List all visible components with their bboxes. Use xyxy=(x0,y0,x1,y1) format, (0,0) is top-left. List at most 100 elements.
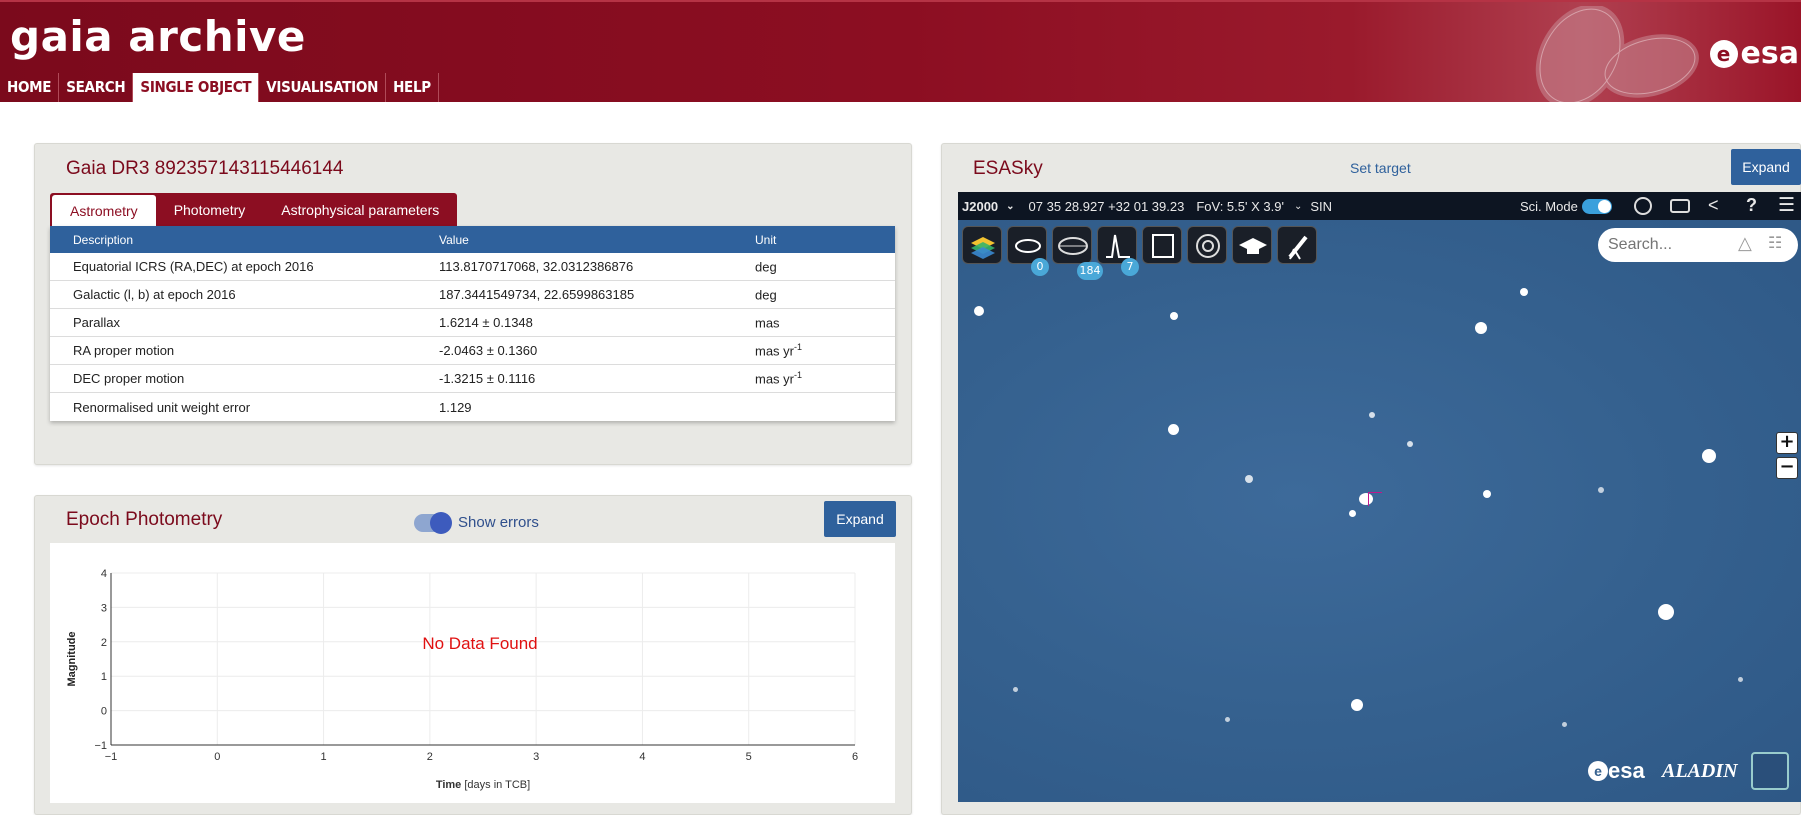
shape-icon[interactable]: △ xyxy=(1738,233,1752,254)
coord-frame-label: J2000 xyxy=(962,198,999,214)
coordinates-readout[interactable]: 07 35 28.927 +32 01 39.23 xyxy=(1029,199,1185,214)
tab-astrometry[interactable]: Astrometry xyxy=(52,195,156,226)
star xyxy=(1475,322,1487,334)
nav-visualisation[interactable]: VISUALISATION xyxy=(259,73,387,102)
star xyxy=(1520,288,1528,296)
layers-icon[interactable] xyxy=(962,226,1002,264)
chevron-down-icon: ⌄ xyxy=(1006,200,1015,212)
esasky-expand-button[interactable]: Expand xyxy=(1731,149,1801,185)
star xyxy=(1351,699,1363,711)
star xyxy=(1483,490,1491,498)
zoom-in-button[interactable]: + xyxy=(1776,432,1798,454)
telescope-icon[interactable] xyxy=(1277,226,1317,264)
camera-icon[interactable] xyxy=(1670,199,1690,213)
row-value: 1.6214 ± 0.1348 xyxy=(439,315,533,330)
site-logo[interactable]: gaia archive xyxy=(10,12,306,61)
catalogue-icon[interactable] xyxy=(1052,226,1092,264)
x-axis-label-bold: Time xyxy=(436,779,461,791)
star xyxy=(1562,722,1567,727)
sci-mode-label: Sci. Mode xyxy=(1520,198,1578,214)
sky-esa-text: esa xyxy=(1608,758,1645,783)
menu-icon[interactable]: ☰ xyxy=(1778,194,1795,217)
sci-mode-toggle[interactable] xyxy=(1582,199,1612,214)
col-value: Value xyxy=(439,232,469,247)
unit-text: mas xyxy=(755,315,780,331)
galaxy-count-badge: 0 xyxy=(1031,258,1049,276)
sky-toolbar: J2000 ⌄ 07 35 28.927 +32 01 39.23 FoV: 5… xyxy=(958,192,1801,220)
star xyxy=(1168,424,1179,435)
row-description: Equatorial ICRS (RA,DEC) at epoch 2016 xyxy=(73,259,314,274)
help-icon[interactable]: ? xyxy=(1746,195,1757,216)
share-icon[interactable]: < xyxy=(1708,195,1719,216)
target-list-icon[interactable] xyxy=(1187,226,1227,264)
chat-icon[interactable] xyxy=(1751,752,1789,790)
table-header: Description Value Unit xyxy=(50,226,895,253)
esasky-title: ESASky xyxy=(973,158,1043,179)
projection-select[interactable]: ⌄ SIN xyxy=(1294,199,1332,214)
coord-frame-select[interactable]: J2000 ⌄ xyxy=(962,199,1015,214)
unit-text: mas yr xyxy=(755,343,794,359)
publications-svg xyxy=(1152,234,1174,258)
y-tick-label: 1 xyxy=(101,671,107,683)
row-value: -1.3215 ± 0.1116 xyxy=(439,371,536,386)
show-errors-toggle[interactable] xyxy=(414,512,452,534)
esa-logo[interactable]: e esa xyxy=(1709,36,1799,71)
nav-search[interactable]: SEARCH xyxy=(59,73,134,102)
row-unit: deg xyxy=(752,286,895,303)
row-unit: mas yr-1 xyxy=(752,370,895,386)
row-description: DEC proper motion xyxy=(73,371,185,386)
globe-icon[interactable] xyxy=(1634,197,1652,215)
star xyxy=(1598,487,1604,493)
satellite-illustration xyxy=(1535,6,1699,102)
x-tick-label: 1 xyxy=(321,751,327,763)
aladin-logo: ALADIN xyxy=(1662,760,1738,782)
target-list-svg xyxy=(1196,234,1220,258)
x-axis-label-unit: [days in TCB] xyxy=(461,779,530,791)
no-data-message: No Data Found xyxy=(422,634,537,653)
toggle-knob xyxy=(430,512,452,534)
y-axis-label: Magnitude xyxy=(66,632,78,687)
epoch-expand-button[interactable]: Expand xyxy=(824,501,896,537)
star xyxy=(1369,412,1375,418)
row-description: RA proper motion xyxy=(73,343,175,358)
row-description: Parallax xyxy=(73,315,120,330)
nav-home[interactable]: HOME xyxy=(0,73,60,102)
sky-search-input[interactable] xyxy=(1608,233,1728,257)
show-errors-label: Show errors xyxy=(458,514,539,531)
col-unit: Unit xyxy=(755,232,777,247)
zoom-out-button[interactable]: − xyxy=(1776,457,1798,479)
x-tick-label: 0 xyxy=(214,751,220,763)
row-value: -2.0463 ± 0.1360 xyxy=(439,343,538,358)
outreach-icon[interactable] xyxy=(1232,226,1272,264)
row-unit: mas xyxy=(752,314,895,331)
main-nav: HOME SEARCH SINGLE OBJECT VISUALISATION … xyxy=(0,73,439,102)
table-row: RA proper motion -2.0463 ± 0.1360 mas yr… xyxy=(50,337,895,365)
sky-viewer[interactable]: J2000 ⌄ 07 35 28.927 +32 01 39.23 FoV: 5… xyxy=(958,192,1801,802)
row-description: Galactic (l, b) at epoch 2016 xyxy=(73,287,236,302)
table-row: Renormalised unit weight error 1.129 xyxy=(50,393,895,421)
site-header: gaia archive e esa HOME SEARCH SINGLE OB… xyxy=(0,0,1801,102)
tab-astrophysical-parameters[interactable]: Astrophysical parameters xyxy=(263,193,457,226)
nav-single-object[interactable]: SINGLE OBJECT xyxy=(133,73,260,102)
tab-photometry[interactable]: Photometry xyxy=(156,193,264,226)
y-tick-label: −1 xyxy=(94,740,107,752)
list-icon[interactable]: ☷ xyxy=(1768,233,1782,252)
star xyxy=(1658,604,1674,620)
x-tick-label: 2 xyxy=(427,751,433,763)
sky-esa-mark: e xyxy=(1588,761,1608,781)
row-unit: mas yr-1 xyxy=(752,342,895,358)
star xyxy=(1013,687,1018,692)
star xyxy=(1702,449,1716,463)
sky-esa-logo: e esa xyxy=(1588,758,1645,784)
toggle-knob xyxy=(1598,200,1611,213)
astrometry-table: Description Value Unit Equatorial ICRS (… xyxy=(50,226,895,421)
row-description: Renormalised unit weight error xyxy=(73,399,251,415)
x-tick-label: 3 xyxy=(533,751,539,763)
unit-text: deg xyxy=(755,287,777,303)
nav-help[interactable]: HELP xyxy=(386,73,439,102)
publications-icon[interactable] xyxy=(1142,226,1182,264)
set-target-link[interactable]: Set target xyxy=(1350,160,1411,176)
col-description: Description xyxy=(73,232,134,247)
fov-readout: FoV: 5.5' X 3.9' xyxy=(1196,198,1284,214)
star xyxy=(1170,312,1178,320)
